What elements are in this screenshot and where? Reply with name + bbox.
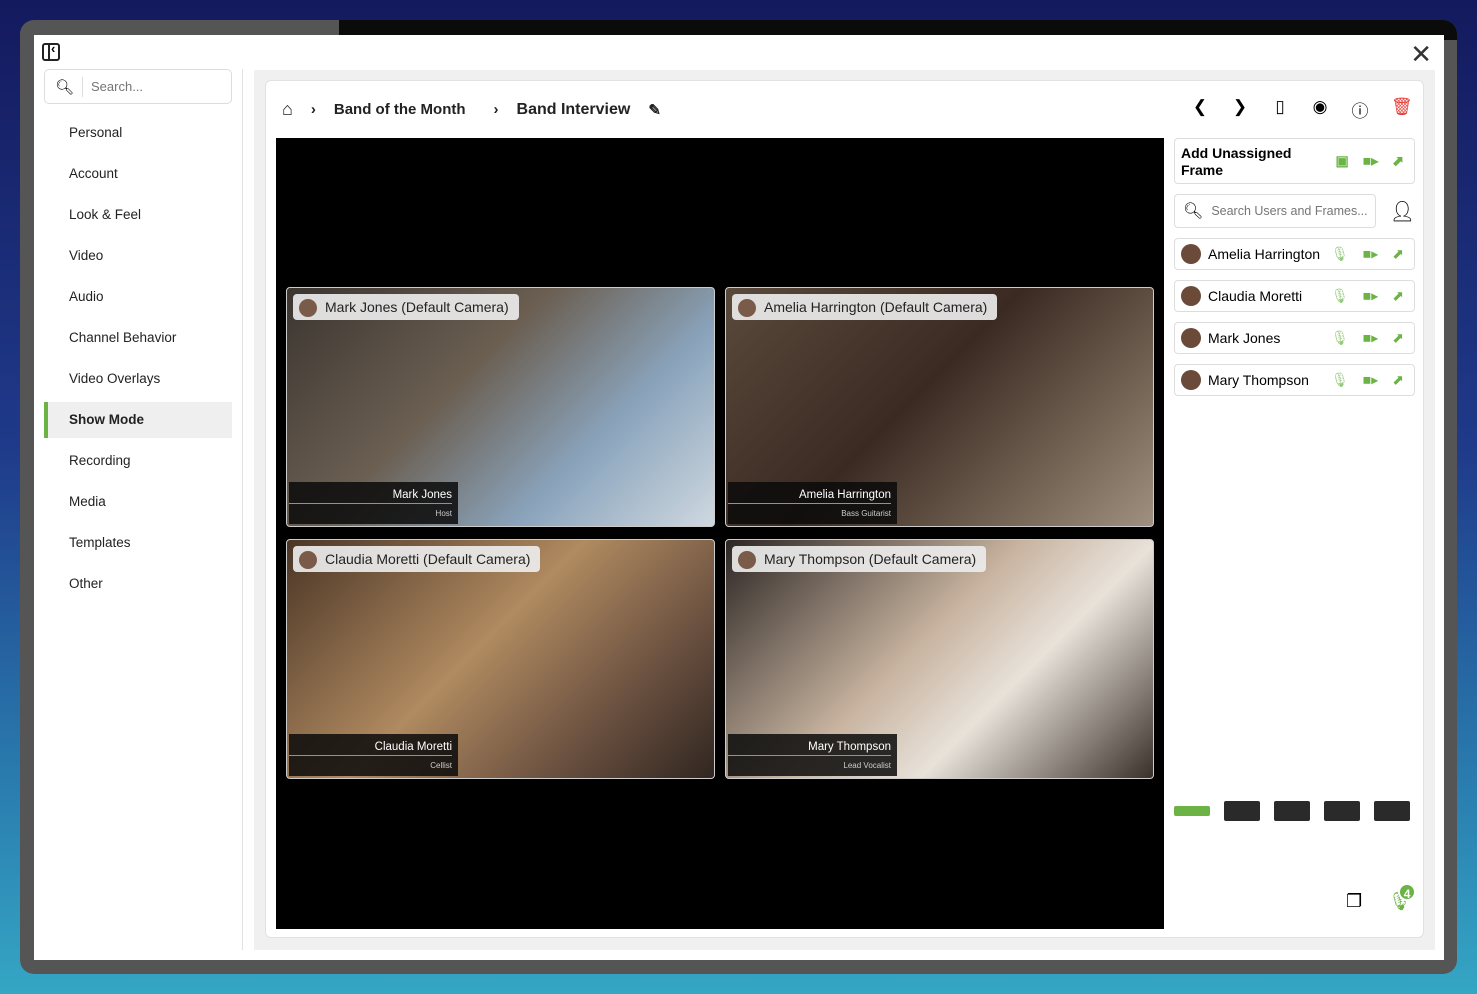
lower-third: Amelia Harrington Bass Guitarist	[728, 482, 897, 524]
sidebar-item-audio[interactable]: Audio	[44, 279, 232, 315]
eye-icon[interactable]: ◉	[1311, 97, 1329, 122]
users-search-input[interactable]	[1211, 204, 1372, 218]
sidebar-item-account[interactable]: Account	[44, 156, 232, 192]
sidebar-item-channel-behavior[interactable]: Channel Behavior	[44, 320, 232, 356]
screen-share-icon[interactable]: ⬈	[1392, 153, 1404, 170]
tile-label: Mary Thompson (Default Camera)	[732, 546, 987, 572]
copy-icon[interactable]: ❐	[1346, 891, 1362, 912]
edit-icon[interactable]: ✎	[648, 101, 661, 119]
lower-third-name: Mark Jones	[289, 482, 452, 504]
page-title: Band Interview	[516, 100, 631, 118]
lower-third: Mark Jones Host	[289, 482, 458, 524]
sidebar-item-other[interactable]: Other	[44, 566, 232, 602]
lower-third-name: Amelia Harrington	[728, 482, 891, 504]
mic-icon[interactable]: 🎙︎	[1331, 288, 1349, 305]
layout-filmstrip-icon[interactable]	[1324, 801, 1360, 821]
tile-label: Claudia Moretti (Default Camera)	[293, 546, 541, 572]
video-tile[interactable]: Mark Jones (Default Camera) Mark Jones Hos…	[286, 287, 715, 527]
mic-icon[interactable]: 🎙︎	[1331, 246, 1349, 263]
info-icon[interactable]: ⓘ	[1351, 97, 1369, 122]
camera-icon[interactable]: ■▸	[1363, 330, 1378, 347]
sidebar-item-templates[interactable]: Templates	[44, 525, 232, 561]
sidebar-item-video-overlays[interactable]: Video Overlays	[44, 361, 232, 397]
screen-share-icon[interactable]: ⬈	[1392, 330, 1404, 347]
user-item[interactable]: Claudia Moretti 🎙︎ ■▸ ⬈	[1174, 280, 1415, 312]
sidebar-item-recording[interactable]: Recording	[44, 443, 232, 479]
add-user-icon[interactable]: 👤︎	[1390, 199, 1415, 224]
user-item[interactable]: Mark Jones 🎙︎ ■▸ ⬈	[1174, 322, 1415, 354]
lower-third-role: Bass Guitarist	[841, 509, 891, 518]
prev-icon[interactable]: ❮	[1191, 97, 1209, 122]
mic-icon[interactable]: 🎙︎ 4	[1388, 883, 1417, 912]
users-search[interactable]: 🔍︎	[1174, 194, 1376, 228]
main-panel: ⌂ › Band of the Month › Band Interview ✎…	[254, 70, 1435, 950]
media-frame-icon[interactable]: ▣	[1336, 153, 1349, 170]
chevron-right-icon: ›	[310, 101, 316, 118]
sidebar-search-input[interactable]	[91, 79, 231, 94]
user-item[interactable]: Mary Thompson 🎙︎ ■▸ ⬈	[1174, 364, 1415, 396]
screen-share-icon[interactable]: ⬈	[1392, 288, 1404, 305]
user-item[interactable]: Amelia Harrington 🎙︎ ■▸ ⬈	[1174, 238, 1415, 270]
mobile-icon[interactable]: ▯	[1271, 97, 1289, 122]
user-name: Mark Jones	[1208, 330, 1281, 346]
avatar	[1181, 370, 1201, 390]
add-unassigned-frame: Add Unassigned Frame ▣ ■▸ ⬈	[1174, 138, 1415, 184]
mic-count-badge: 4	[1398, 883, 1417, 901]
close-icon[interactable]: ✕	[1410, 39, 1432, 70]
camera-icon[interactable]: ■▸	[1363, 153, 1378, 170]
sidebar-item-personal[interactable]: Personal	[44, 115, 232, 151]
video-tile[interactable]: Amelia Harrington (Default Camera) Amelia…	[725, 287, 1154, 527]
lower-third-name: Claudia Moretti	[289, 734, 452, 756]
avatar	[1181, 328, 1201, 348]
next-icon[interactable]: ❯	[1231, 97, 1249, 122]
layout-selector	[1174, 801, 1410, 821]
user-name: Mary Thompson	[1208, 372, 1309, 388]
mic-icon[interactable]: 🎙︎	[1331, 330, 1349, 347]
avatar	[1181, 244, 1201, 264]
home-icon[interactable]: ⌂	[282, 99, 293, 120]
right-panel: Add Unassigned Frame ▣■▸⬈ 🔍︎ 👤︎ Amelia H…	[1174, 138, 1415, 396]
search-icon: 🔍︎	[1183, 203, 1204, 220]
screen-share-icon[interactable]: ⬈	[1392, 246, 1404, 263]
video-tile[interactable]: Claudia Moretti (Default Camera) Claudia …	[286, 539, 715, 779]
layout-sidebar-icon[interactable]	[1274, 801, 1310, 821]
video-tile[interactable]: Mary Thompson (Default Camera) Mary Thomp…	[725, 539, 1154, 779]
user-name: Claudia Moretti	[1208, 288, 1303, 304]
layout-split-icon[interactable]	[1174, 806, 1210, 816]
chevron-right-icon: ›	[493, 101, 499, 118]
sidebar-toggle-icon[interactable]	[42, 41, 60, 61]
lower-third: Mary Thompson Lead Vocalist	[728, 734, 897, 776]
sidebar-item-look-feel[interactable]: Look & Feel	[44, 197, 232, 233]
lower-third-role: Cellist	[430, 761, 452, 770]
breadcrumb: ⌂ › Band of the Month › Band Interview ✎	[282, 99, 679, 120]
camera-icon[interactable]: ■▸	[1363, 246, 1378, 263]
lower-third-name: Mary Thompson	[728, 734, 891, 756]
avatar	[1181, 286, 1201, 306]
layout-pip-icon[interactable]	[1374, 801, 1410, 821]
user-name: Amelia Harrington	[1208, 246, 1321, 262]
tile-label: Mark Jones (Default Camera)	[293, 294, 519, 320]
lower-third: Claudia Moretti Cellist	[289, 734, 458, 776]
trash-icon[interactable]: 🗑︎	[1391, 97, 1413, 122]
sidebar-item-media[interactable]: Media	[44, 484, 232, 520]
camera-icon[interactable]: ■▸	[1363, 288, 1378, 305]
sidebar: 🔍︎ Personal Account Look & Feel Video Audio C…	[34, 69, 243, 950]
lower-third-role: Lead Vocalist	[843, 761, 891, 770]
settings-modal: ✕ 🔍︎ Personal Account Look & Feel Video Audi…	[34, 35, 1444, 960]
breadcrumb-item[interactable]: Band of the Month	[334, 101, 466, 118]
lower-third-role: Host	[435, 509, 452, 518]
camera-icon[interactable]: ■▸	[1363, 372, 1378, 389]
tile-label: Amelia Harrington (Default Camera)	[732, 294, 998, 320]
search-icon: 🔍︎	[55, 78, 75, 96]
sidebar-item-show-mode[interactable]: Show Mode	[44, 402, 232, 438]
layout-two-icon[interactable]	[1224, 801, 1260, 821]
sidebar-search[interactable]: 🔍︎	[44, 69, 232, 104]
stage-preview: Mark Jones (Default Camera) Mark Jones Hos…	[276, 138, 1164, 929]
mic-icon[interactable]: 🎙︎	[1331, 372, 1349, 389]
sidebar-item-video[interactable]: Video	[44, 238, 232, 274]
screen-share-icon[interactable]: ⬈	[1392, 372, 1404, 389]
